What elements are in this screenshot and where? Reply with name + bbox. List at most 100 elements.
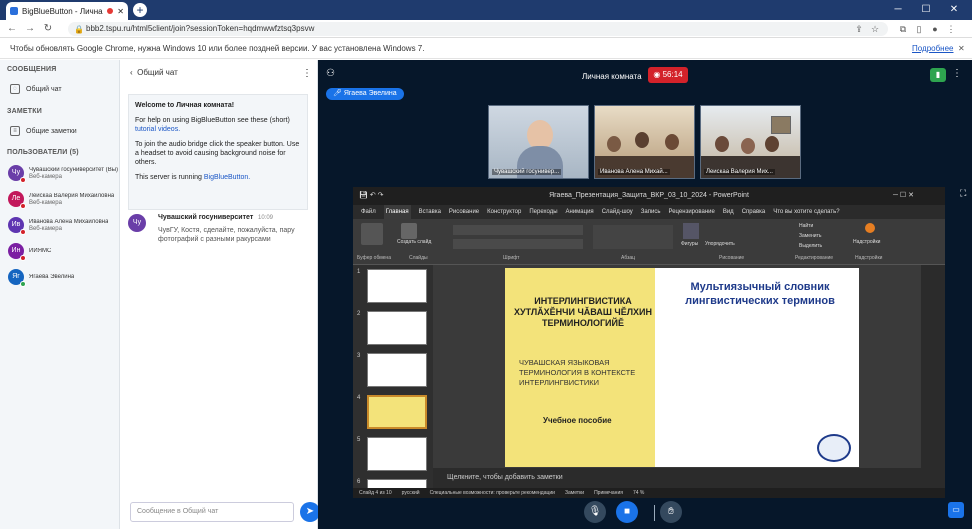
- user-list-item[interactable]: Ив Иванова Алена Михайловна Веб-камера: [8, 215, 120, 235]
- chat-header[interactable]: ‹ Общий чат: [130, 68, 178, 77]
- group-paragraph: Абзац: [621, 255, 636, 261]
- slide-thumbnails: 1 2 3 4 5 6: [353, 265, 433, 498]
- user-name: ИИЯМС: [29, 247, 52, 254]
- ppt-menu-item[interactable]: Запись: [641, 205, 661, 219]
- slide-thumbnail[interactable]: [367, 395, 427, 429]
- new-slide-icon[interactable]: [401, 223, 417, 239]
- shapes-icon[interactable]: [683, 223, 699, 239]
- addins-icon[interactable]: [865, 223, 875, 233]
- font-format-controls[interactable]: [453, 239, 583, 249]
- window-close-button[interactable]: ✕: [940, 2, 968, 18]
- avatar: Ле: [8, 191, 26, 209]
- ppt-menu-item[interactable]: Файл: [361, 205, 376, 219]
- notes-pane[interactable]: Щелкните, чтобы добавить заметки: [433, 468, 921, 488]
- webcam-label-3: Леискаа Валерия Мих...: [704, 169, 775, 175]
- user-list-item[interactable]: Чу Чувашский госуниверситет (Вы) Веб-камер…: [8, 163, 120, 183]
- tab-close-icon[interactable]: ✕: [117, 7, 124, 16]
- reload-icon[interactable]: ↻: [42, 23, 54, 35]
- tutorial-link[interactable]: tutorial videos.: [135, 126, 180, 133]
- profile-icon[interactable]: ●: [930, 24, 940, 34]
- options-menu-icon[interactable]: ⋮: [952, 68, 962, 79]
- connection-status-icon[interactable]: ▮: [930, 68, 946, 82]
- replace-label[interactable]: Заменить: [799, 233, 821, 239]
- ppt-menu-item[interactable]: Что вы хотите сделать?: [773, 205, 839, 219]
- ppt-scrollbar[interactable]: [921, 265, 945, 488]
- ppt-menu-item[interactable]: Анимация: [566, 205, 594, 219]
- webcam-tile-2[interactable]: Иванова Алена Михай...: [594, 105, 695, 179]
- minimize-button[interactable]: ─: [884, 2, 912, 18]
- messages-section-title: СООБЩЕНИЯ: [7, 66, 57, 73]
- user-list-item[interactable]: Ле Леискаа Валерия Михайловна Веб-камера: [8, 189, 120, 209]
- forward-arrow-icon[interactable]: →: [24, 23, 36, 35]
- sidebar-item-public-chat[interactable]: ◌ Общий чат: [10, 82, 62, 96]
- ppt-menu-item[interactable]: Рецензирование: [668, 205, 714, 219]
- addins-label[interactable]: Надстройки: [853, 239, 880, 245]
- slide-thumbnail[interactable]: [367, 311, 427, 345]
- select-label[interactable]: Выделить: [799, 243, 822, 249]
- recording-timer[interactable]: ◉ 56:14: [648, 67, 688, 83]
- arrange-label[interactable]: Упорядочить: [705, 241, 735, 247]
- maximize-button[interactable]: ☐: [912, 2, 940, 18]
- url-field[interactable]: bbb2.tspu.ru/html5client/join?sessionTok…: [68, 22, 888, 36]
- chat-icon: ◌: [10, 84, 20, 94]
- ppt-menu-item[interactable]: Вид: [723, 205, 734, 219]
- user-list-toggle-icon[interactable]: ⚇: [326, 68, 335, 79]
- save-icon[interactable]: 💾︎ ↶ ↷: [359, 191, 384, 199]
- browser-tab[interactable]: BigBlueButton - Личная ком ✕: [6, 2, 128, 20]
- slide-thumbnail[interactable]: [367, 437, 427, 471]
- current-slide[interactable]: ИНТЕРЛИНГВИСТИКА ХУТЛĂХĔНЧИ ЧĂВАШ ЧĔЛХИН…: [505, 268, 859, 467]
- ppt-menu-item[interactable]: Главная: [383, 205, 411, 219]
- ppt-menu-item[interactable]: Слайд-шоу: [602, 205, 633, 219]
- chat-options-icon[interactable]: ⋮: [302, 68, 312, 79]
- font-controls[interactable]: [453, 225, 583, 235]
- webcam-tile-3[interactable]: Леискаа Валерия Мих...: [700, 105, 801, 179]
- paste-icon[interactable]: [361, 223, 383, 245]
- tab-title: BigBlueButton - Личная ком: [22, 6, 103, 16]
- webcam-label-1: Чувашский госунивер...: [492, 169, 562, 175]
- mute-mic-button[interactable]: 🎙︎: [584, 501, 606, 523]
- chevron-left-icon[interactable]: ‹: [130, 68, 133, 77]
- user-status: Веб-камера: [29, 225, 62, 232]
- user-info: Чувашский госуниверситет (Вы) Веб-камера: [29, 167, 118, 180]
- user-list-item[interactable]: Ин ИИЯМС: [8, 241, 120, 261]
- slide-number: 6: [357, 479, 361, 485]
- extensions-icon[interactable]: ⧉: [898, 24, 908, 34]
- ppt-menu-item[interactable]: Справка: [742, 205, 766, 219]
- webcam-button[interactable]: ■: [616, 501, 638, 523]
- slide-thumbnail[interactable]: [367, 353, 427, 387]
- ppt-menu-item[interactable]: Вставка: [419, 205, 441, 219]
- chat-message-input[interactable]: Сообщение в Общий чат: [130, 502, 294, 522]
- shapes-label[interactable]: Фигуры: [681, 241, 698, 247]
- ppt-menu-item[interactable]: Рисование: [449, 205, 479, 219]
- user-list-item[interactable]: Яг Ягаева Эвелина: [8, 267, 120, 287]
- talking-indicator[interactable]: 🎤︎ Ягаева Эвелина: [326, 88, 404, 100]
- sidepanel-icon[interactable]: ▯: [914, 24, 924, 34]
- welcome-room: Личная комната: [176, 102, 232, 109]
- raise-hand-button[interactable]: ✋︎: [660, 501, 682, 523]
- paragraph-controls[interactable]: [593, 225, 673, 249]
- university-logo-icon: [817, 434, 851, 462]
- new-slide-label[interactable]: Создать слайд: [397, 239, 437, 245]
- lock-icon[interactable]: 🔒: [74, 25, 84, 34]
- ppt-menu-item[interactable]: Конструктор: [487, 205, 521, 219]
- share-icon[interactable]: ⇪: [854, 24, 864, 34]
- ppt-window-controls[interactable]: ─ ☐ ✕: [893, 191, 914, 199]
- back-arrow-icon[interactable]: ←: [6, 23, 18, 35]
- fullscreen-icon[interactable]: ⛶: [960, 188, 966, 199]
- user-info: Иванова Алена Михайловна Веб-камера: [29, 219, 108, 232]
- find-label[interactable]: Найти: [799, 223, 813, 229]
- notes-section-title: ЗАМЕТКИ: [7, 108, 42, 115]
- sidebar-item-shared-notes[interactable]: ≡ Общие заметки: [10, 124, 77, 138]
- banner-close-icon[interactable]: ✕: [958, 39, 965, 59]
- webcam-tile-1[interactable]: Чувашский госунивер...: [488, 105, 589, 179]
- bbb-link[interactable]: BigBlueButton.: [204, 174, 250, 181]
- send-button[interactable]: ➤: [300, 502, 320, 522]
- new-tab-button[interactable]: +: [133, 3, 147, 17]
- slide-thumbnail[interactable]: [367, 269, 427, 303]
- bookmark-star-icon[interactable]: ☆: [870, 24, 880, 34]
- menu-dots-icon[interactable]: ⋮: [946, 24, 956, 34]
- user-name: Иванова Алена Михайловна: [29, 218, 109, 225]
- banner-details-link[interactable]: Подробнее: [912, 39, 954, 59]
- ppt-ribbon: Создать слайд Фигуры Упорядочить Найти З…: [353, 219, 945, 265]
- ppt-menu-item[interactable]: Переходы: [529, 205, 557, 219]
